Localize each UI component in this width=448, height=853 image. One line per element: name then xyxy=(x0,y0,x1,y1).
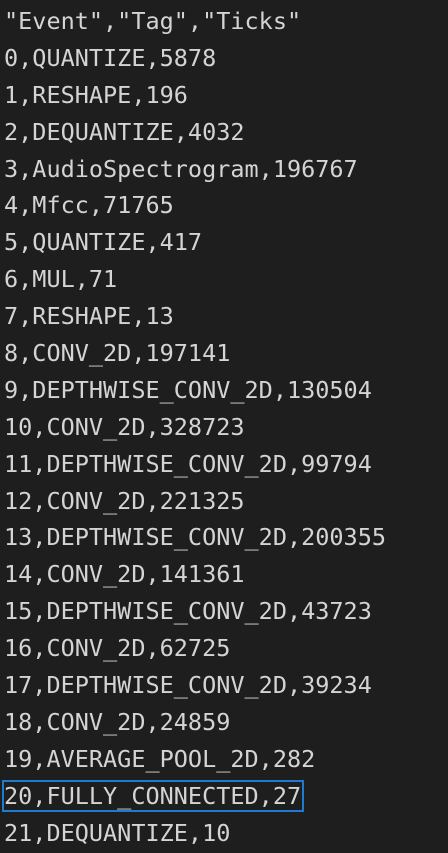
csv-row-highlighted: 20,FULLY_CONNECTED,27 xyxy=(0,778,448,815)
csv-row-text: 17,DEPTHWISE_CONV_2D,39234 xyxy=(4,671,372,700)
csv-header-text: "Event","Tag","Ticks" xyxy=(4,7,302,35)
csv-row-text: 18,CONV_2D,24859 xyxy=(4,707,231,736)
csv-row: 12,CONV_2D,221325 xyxy=(0,483,448,520)
csv-row-text: 21,DEQUANTIZE,10 xyxy=(4,818,231,847)
csv-row: 8,CONV_2D,197141 xyxy=(0,335,448,372)
csv-row-text: 9,DEPTHWISE_CONV_2D,130504 xyxy=(4,375,372,404)
csv-row: 2,DEQUANTIZE,4032 xyxy=(0,114,448,151)
csv-row: 19,AVERAGE_POOL_2D,282 xyxy=(0,741,448,778)
csv-row-text: 15,DEPTHWISE_CONV_2D,43723 xyxy=(4,597,372,626)
csv-row-text: 0,QUANTIZE,5878 xyxy=(4,43,217,72)
csv-row: 1,RESHAPE,196 xyxy=(0,77,448,114)
csv-row-text: 2,DEQUANTIZE,4032 xyxy=(4,117,245,146)
csv-row-text: 5,QUANTIZE,417 xyxy=(4,228,203,257)
csv-row-text: 8,CONV_2D,197141 xyxy=(4,339,231,368)
csv-header-line: "Event","Tag","Ticks" xyxy=(0,3,448,40)
csv-row: 7,RESHAPE,13 xyxy=(0,298,448,335)
csv-row: 18,CONV_2D,24859 xyxy=(0,704,448,741)
csv-row-text-highlighted: 20,FULLY_CONNECTED,27 xyxy=(1,779,305,812)
csv-row-text: 12,CONV_2D,221325 xyxy=(4,486,245,515)
csv-row: 17,DEPTHWISE_CONV_2D,39234 xyxy=(0,667,448,704)
csv-row-text: 7,RESHAPE,13 xyxy=(4,302,174,331)
csv-row-text: 4,Mfcc,71765 xyxy=(4,191,174,220)
csv-row: 4,Mfcc,71765 xyxy=(0,187,448,224)
csv-row: 6,MUL,71 xyxy=(0,261,448,298)
csv-row-text: 19,AVERAGE_POOL_2D,282 xyxy=(4,744,316,773)
csv-row-text: 13,DEPTHWISE_CONV_2D,200355 xyxy=(4,523,387,552)
csv-row-text: 16,CONV_2D,62725 xyxy=(4,634,231,663)
csv-row-text: 14,CONV_2D,141361 xyxy=(4,560,245,589)
csv-row: 9,DEPTHWISE_CONV_2D,130504 xyxy=(0,372,448,409)
csv-row: 0,QUANTIZE,5878 xyxy=(0,40,448,77)
csv-row-text: 11,DEPTHWISE_CONV_2D,99794 xyxy=(4,449,372,478)
csv-row: 15,DEPTHWISE_CONV_2D,43723 xyxy=(0,593,448,630)
csv-row: 3,AudioSpectrogram,196767 xyxy=(0,151,448,188)
csv-row-text: 10,CONV_2D,328723 xyxy=(4,412,245,441)
csv-row: 5,QUANTIZE,417 xyxy=(0,224,448,261)
csv-row: 13,DEPTHWISE_CONV_2D,200355 xyxy=(0,519,448,556)
csv-text-editor[interactable]: "Event","Tag","Ticks" 0,QUANTIZE,5878 1,… xyxy=(0,0,448,853)
csv-row-text: 3,AudioSpectrogram,196767 xyxy=(4,154,358,183)
csv-row: 16,CONV_2D,62725 xyxy=(0,630,448,667)
csv-row-text: 6,MUL,71 xyxy=(4,265,118,294)
csv-row: 10,CONV_2D,328723 xyxy=(0,409,448,446)
csv-row: 21,DEQUANTIZE,10 xyxy=(0,815,448,852)
csv-row-text: 1,RESHAPE,196 xyxy=(4,80,188,109)
csv-row: 11,DEPTHWISE_CONV_2D,99794 xyxy=(0,446,448,483)
csv-row: 14,CONV_2D,141361 xyxy=(0,556,448,593)
